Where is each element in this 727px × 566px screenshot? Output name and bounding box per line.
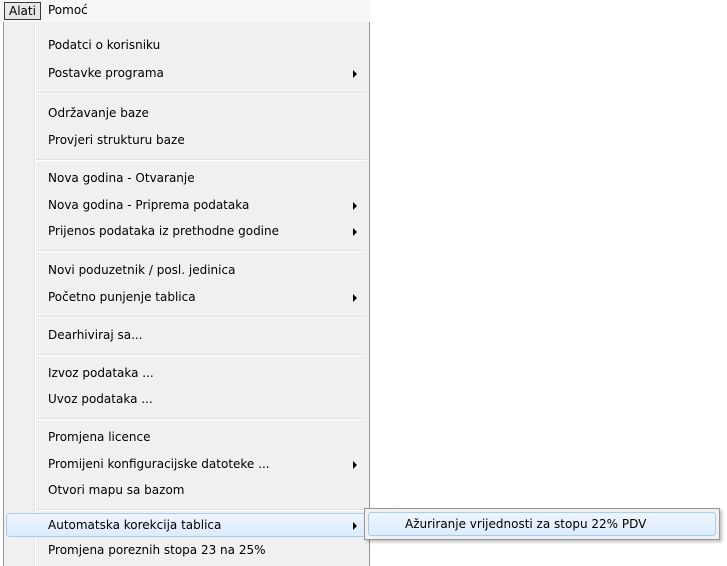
menu-separator [36,418,366,420]
menu-item-odrzavanje-baze[interactable]: Održavanje baze [6,101,367,125]
submenu-arrow-icon [353,461,357,469]
menu-separator [36,159,366,161]
automatska-korekcija-submenu: Ažuriranje vrijednosti za stopu 22% PDV [364,508,720,540]
menu-item-label: Podatci o korisniku [48,38,161,52]
menu-item-label: Prijenos podataka iz prethodne godine [48,224,280,238]
submenu-arrow-icon [353,522,357,530]
menu-item-label: Automatska korekcija tablica [48,518,222,532]
menu-item-label: Otvori mapu sa bazom [48,483,185,497]
menu-separator [36,92,366,94]
menu-item-nova-godina-priprema[interactable]: Nova godina - Priprema podataka [6,193,367,217]
menu-separator [36,354,366,356]
menu-item-dearhiviraj[interactable]: Dearhiviraj sa... [6,323,367,347]
menu-item-promijeni-konfiguracijske[interactable]: Promijeni konfiguracijske datoteke ... [6,452,367,476]
menubar-alati[interactable]: Alati [4,2,41,20]
menu-item-prijenos-podataka[interactable]: Prijenos podataka iz prethodne godine [6,219,367,243]
menu-item-podatci-o-korisniku[interactable]: Podatci o korisniku [6,33,367,57]
alati-dropdown-menu: Podatci o korisniku Postavke programa Od… [3,22,370,566]
menu-item-label: Provjeri strukturu baze [48,133,185,147]
menu-separator [36,250,366,252]
submenu-item-label: Ažuriranje vrijednosti za stopu 22% PDV [405,517,647,531]
menu-item-label: Novi poduzetnik / posl. jedinica [48,263,236,277]
menu-item-promjena-licence[interactable]: Promjena licence [6,425,367,449]
menu-separator [36,316,366,318]
submenu-arrow-icon [353,70,357,78]
menu-item-nova-godina-otvaranje[interactable]: Nova godina - Otvaranje [6,166,367,190]
menu-item-promjena-poreznih-stopa[interactable]: Promjena poreznih stopa 23 na 25% [6,538,367,562]
menubar-pomoc[interactable]: Pomoć [44,3,92,18]
menu-item-label: Izvoz podataka ... [48,366,154,380]
submenu-arrow-icon [353,294,357,302]
menubar: Alati Pomoć [0,0,370,22]
menu-item-postavke-programa[interactable]: Postavke programa [6,61,367,85]
submenu-item-azuriranje-pdv[interactable]: Ažuriranje vrijednosti za stopu 22% PDV [368,512,716,536]
menu-item-label: Postavke programa [48,66,164,80]
menu-item-otvori-mapu[interactable]: Otvori mapu sa bazom [6,478,367,502]
menu-item-label: Nova godina - Priprema podataka [48,198,250,212]
menu-item-automatska-korekcija[interactable]: Automatska korekcija tablica [6,513,367,537]
menu-item-label: Održavanje baze [48,106,149,120]
submenu-arrow-icon [353,202,357,210]
menu-separator [36,509,366,511]
menubar-alati-label: Alati [9,4,36,18]
menu-item-novi-poduzetnik[interactable]: Novi poduzetnik / posl. jedinica [6,258,367,282]
menubar-pomoc-label: Pomoć [48,3,88,17]
menu-item-izvoz-podataka[interactable]: Izvoz podataka ... [6,361,367,385]
menu-item-label: Promjena licence [48,430,151,444]
menu-item-uvoz-podataka[interactable]: Uvoz podataka ... [6,387,367,411]
menu-item-label: Početno punjenje tablica [48,290,196,304]
menu-item-label: Nova godina - Otvaranje [48,171,195,185]
menu-item-label: Uvoz podataka ... [48,392,153,406]
submenu-arrow-icon [353,228,357,236]
menu-item-label: Dearhiviraj sa... [48,328,143,342]
menu-item-provjeri-strukturu-baze[interactable]: Provjeri strukturu baze [6,128,367,152]
menu-item-label: Promjena poreznih stopa 23 na 25% [48,543,266,557]
menu-item-pocetno-punjenje[interactable]: Početno punjenje tablica [6,285,367,309]
menu-item-label: Promijeni konfiguracijske datoteke ... [48,457,270,471]
